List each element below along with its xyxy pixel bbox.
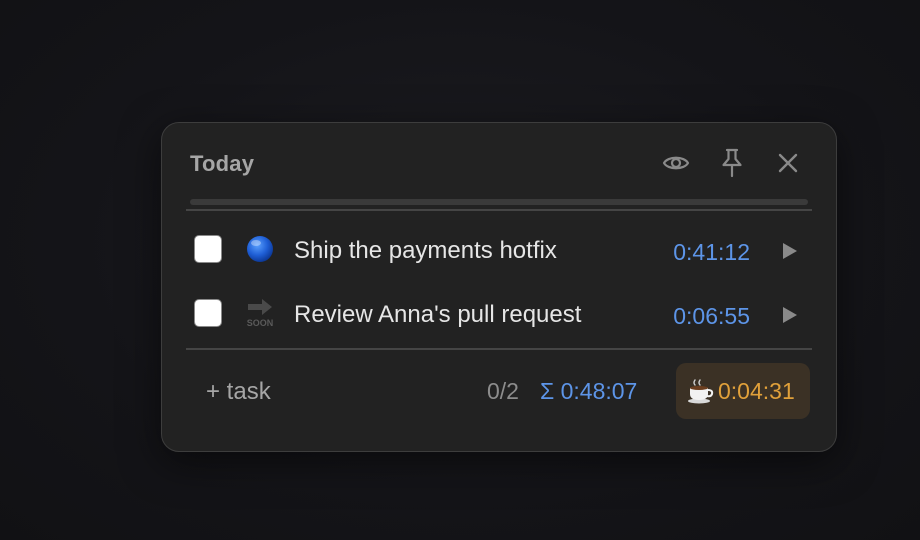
task-count: 0/2 [487,378,519,404]
task-label: Ship the payments hotfix [294,237,557,264]
break-button[interactable]: 0:04:31 [676,363,810,419]
add-task-button[interactable]: + task [206,378,271,406]
task-label: Review Anna's pull request [294,301,582,328]
soon-arrow-icon: SOON [244,297,276,329]
break-time: 0:04:31 [718,378,795,404]
divider [186,348,812,350]
widget-title: Today [190,151,255,176]
pin-icon[interactable] [716,147,748,179]
divider [186,209,812,211]
task-time: 0:06:55 [673,303,750,329]
eye-icon[interactable] [660,147,692,179]
play-icon[interactable] [776,237,804,265]
task-checkbox[interactable] [194,235,222,263]
soon-icon-text: SOON [247,318,274,328]
progress-bar [190,199,808,205]
task-timer-widget: Today Ship the payments hotfix 0:41:12 S… [161,122,837,452]
widget-header: Today [190,147,808,183]
widget-footer: + task 0/2 Σ 0:48:07 0:04:31 [190,363,810,421]
close-icon[interactable] [772,147,804,179]
play-icon[interactable] [776,301,804,329]
task-time: 0:41:12 [673,239,750,265]
task-row: SOON Review Anna's pull request 0:06:55 [194,291,808,339]
total-time: Σ 0:48:07 [540,378,638,404]
blue-circle-icon [244,233,276,265]
coffee-icon [686,377,714,405]
task-checkbox[interactable] [194,299,222,327]
task-row: Ship the payments hotfix 0:41:12 [194,227,808,275]
